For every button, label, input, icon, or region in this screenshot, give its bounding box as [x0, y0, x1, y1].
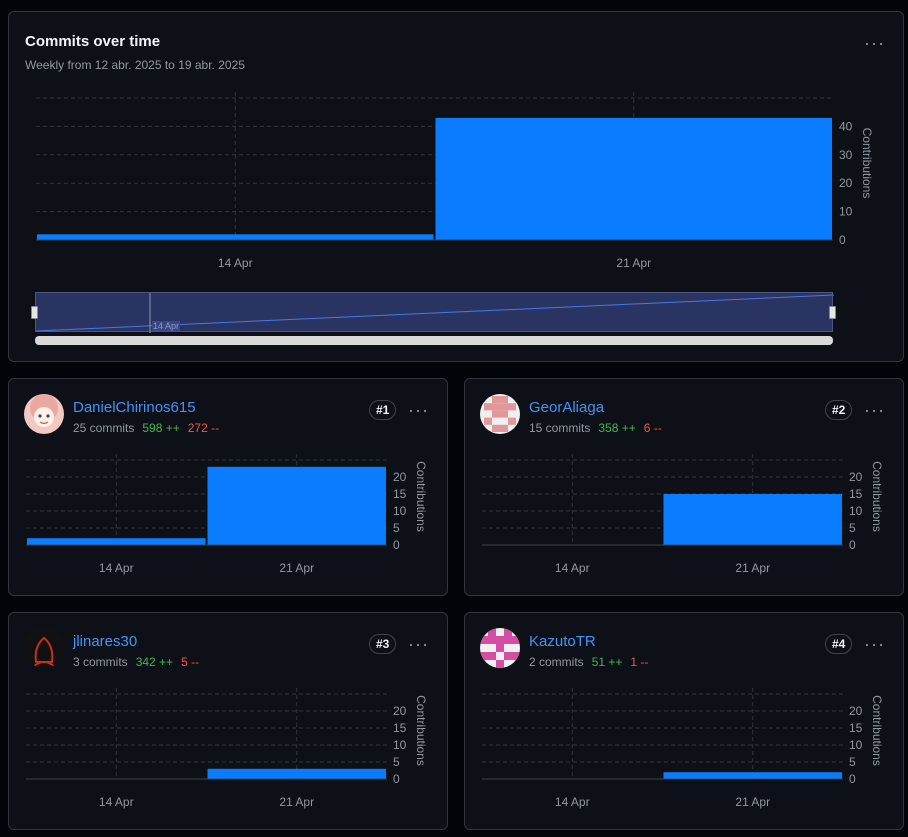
x-tick-label: 14 Apr [555, 561, 590, 575]
y-tick-label: 0 [849, 538, 856, 552]
y-tick-label: 15 [849, 721, 863, 735]
contributor-card: KazutoTR 2 commits 51 ++ 1 -- #4 ··· 14 Ap… [464, 612, 904, 830]
range-brush[interactable]: 14 Apr [35, 292, 834, 333]
y-axis-label: Contributions [414, 461, 428, 532]
x-tick-label: 21 Apr [735, 561, 770, 575]
bar [663, 772, 842, 779]
y-tick-label: 15 [393, 487, 407, 501]
y-tick-label: 10 [849, 738, 863, 752]
y-tick-label: 5 [849, 521, 856, 535]
x-tick-label: 21 Apr [279, 795, 314, 809]
x-tick-label: 14 Apr [99, 561, 134, 575]
horizontal-scrollbar[interactable] [35, 336, 833, 345]
bar [207, 466, 386, 545]
y-tick-label: 10 [393, 738, 407, 752]
y-axis-label: Contributions [860, 128, 874, 199]
contributor-bar-chart: 14 Apr 21 Apr 0 5 10 15 20 Contributions [482, 454, 884, 575]
contributor-card: DanielChirinos615 25 commits 598 ++ 272 --… [8, 378, 448, 596]
y-tick-label: 0 [839, 233, 846, 247]
y-tick-label: 5 [393, 755, 400, 769]
x-tick-label: 14 Apr [99, 795, 134, 809]
contributor-card: jlinares30 3 commits 342 ++ 5 -- #3 ··· 14… [8, 612, 448, 830]
brush-tick-label: 14 Apr [152, 321, 181, 331]
commits-over-time-panel: Commits over time Weekly from 12 abr. 20… [8, 11, 904, 362]
overview-bar-chart: 14 Apr 21 Apr 0 10 20 30 40 Contributions [36, 92, 874, 270]
contributor-bar-chart: 14 Apr 21 Apr 0 5 10 15 20 Contributions [482, 688, 884, 809]
y-tick-label: 20 [849, 470, 863, 484]
x-tick-label: 14 Apr [555, 795, 590, 809]
y-tick-label: 15 [393, 721, 407, 735]
x-tick-label: 21 Apr [616, 256, 651, 270]
y-tick-label: 5 [849, 755, 856, 769]
y-tick-label: 10 [839, 205, 853, 219]
y-tick-label: 0 [393, 772, 400, 786]
y-tick-label: 20 [393, 704, 407, 718]
y-tick-label: 40 [839, 119, 853, 133]
y-tick-label: 0 [393, 538, 400, 552]
y-tick-label: 30 [839, 148, 853, 162]
y-tick-label: 15 [849, 487, 863, 501]
y-tick-label: 0 [849, 772, 856, 786]
x-tick-label: 14 Apr [218, 256, 253, 270]
bar [663, 494, 842, 545]
y-axis-label: Contributions [414, 695, 428, 766]
y-axis-label: Contributions [870, 461, 884, 532]
y-tick-label: 20 [393, 470, 407, 484]
y-tick-label: 10 [849, 504, 863, 518]
brush-handle-left[interactable] [31, 306, 38, 319]
y-tick-label: 20 [839, 176, 853, 190]
x-tick-label: 21 Apr [279, 561, 314, 575]
bar [27, 538, 206, 545]
y-tick-label: 5 [393, 521, 400, 535]
y-tick-label: 20 [849, 704, 863, 718]
x-tick-label: 21 Apr [735, 795, 770, 809]
bar [207, 768, 386, 779]
bar [435, 117, 832, 240]
brush-handle-right[interactable] [829, 306, 836, 319]
contributor-bar-chart: 14 Apr 21 Apr 0 5 10 15 20 Contributions [26, 688, 428, 809]
y-axis-label: Contributions [870, 695, 884, 766]
bar [37, 234, 434, 240]
contributor-card: GeorAliaga 15 commits 358 ++ 6 -- #2 ··· 1… [464, 378, 904, 596]
contributor-bar-chart: 14 Apr 21 Apr 0 5 10 15 20 Contributions [26, 454, 428, 575]
y-tick-label: 10 [393, 504, 407, 518]
